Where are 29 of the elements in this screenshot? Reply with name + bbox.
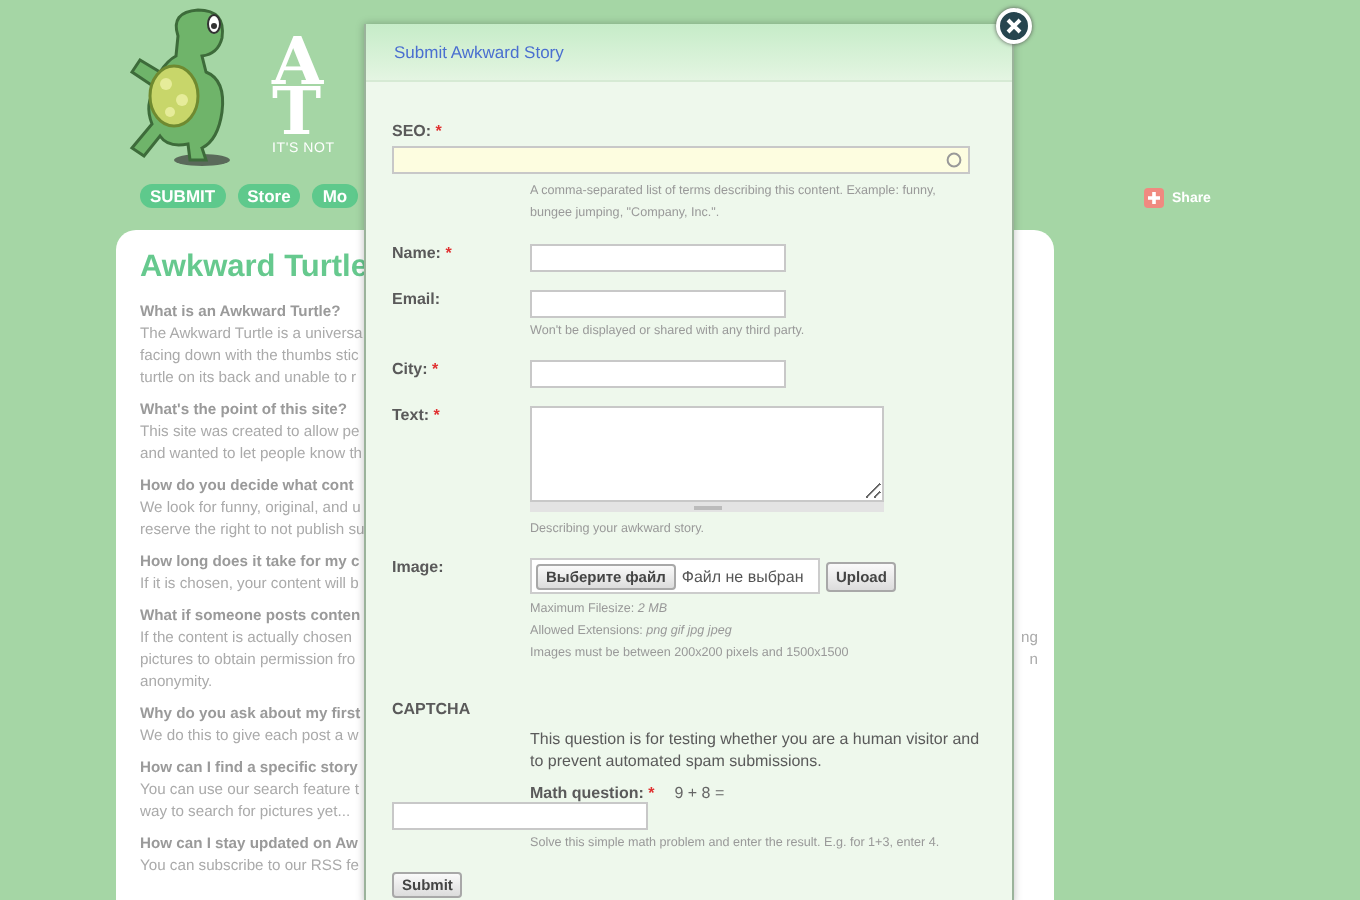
circle-icon bbox=[946, 152, 962, 168]
close-icon[interactable] bbox=[1006, 18, 1022, 34]
field-label: Text: * bbox=[392, 406, 442, 428]
logo-text: T bbox=[272, 86, 321, 136]
nav-button[interactable]: SUBMIT bbox=[140, 184, 226, 208]
input-field[interactable] bbox=[530, 360, 786, 388]
answer-field[interactable] bbox=[392, 802, 648, 830]
math-question: 9 + 8 = bbox=[674, 784, 725, 802]
field-label: Email: bbox=[392, 290, 443, 312]
field-label: Image: bbox=[392, 558, 446, 580]
plus-icon[interactable] bbox=[1144, 188, 1164, 208]
close-button[interactable] bbox=[996, 8, 1032, 44]
page-heading: Awkward Turtle bbox=[140, 248, 368, 288]
field-label: City: * bbox=[392, 360, 441, 382]
input-field[interactable] bbox=[530, 244, 786, 272]
field-label: Math question: * bbox=[530, 784, 655, 802]
text-area[interactable] bbox=[530, 406, 884, 502]
input-field[interactable] bbox=[530, 290, 786, 318]
dialog-title: Submit Awkward Story bbox=[394, 42, 564, 62]
field-label: Name: * bbox=[392, 244, 454, 266]
logo-text: A bbox=[272, 36, 326, 86]
resize-handle[interactable] bbox=[530, 502, 884, 512]
file-status: Файл не выбран bbox=[681, 567, 804, 585]
section-label: CAPTCHA bbox=[392, 700, 473, 718]
captcha-description: This question is for testing whether you are a human visitor and to prevent automated spam submissions. bbox=[530, 728, 980, 772]
nav-button[interactable]: Store bbox=[237, 184, 301, 208]
nav-button[interactable]: Mo bbox=[312, 184, 358, 208]
input-field[interactable] bbox=[392, 146, 970, 174]
field-label: SEO: * bbox=[392, 122, 444, 140]
